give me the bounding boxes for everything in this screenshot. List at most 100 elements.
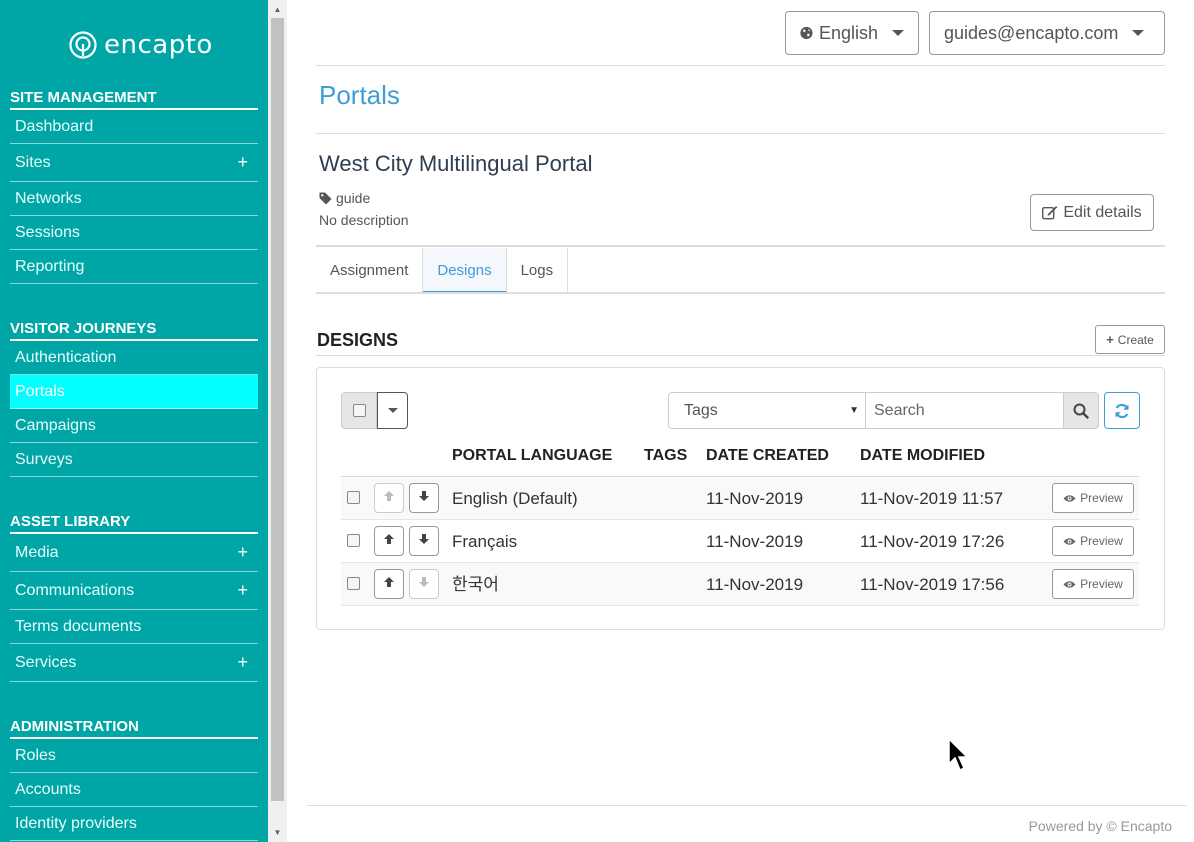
tag-icon (319, 192, 332, 204)
nav-section-header: SITE MANAGEMENT (10, 86, 258, 110)
select-all-checkbox[interactable] (341, 392, 377, 429)
arrow-down-icon (418, 532, 430, 550)
create-button[interactable]: + Create (1095, 325, 1165, 354)
globe-icon (800, 26, 813, 40)
column-header-language[interactable]: PORTAL LANGUAGE (452, 447, 612, 465)
plus-icon[interactable]: + (237, 144, 248, 181)
logo-text: encapto (104, 30, 213, 60)
preview-label: Preview (1080, 534, 1123, 548)
bulk-select-group (341, 392, 408, 429)
move-down-button[interactable] (409, 483, 439, 513)
row-checkbox[interactable] (347, 534, 360, 547)
user-email: guides@encapto.com (944, 22, 1119, 43)
preview-label: Preview (1080, 491, 1123, 505)
move-up-button[interactable] (374, 483, 404, 513)
sidebar-item-dashboard[interactable]: Dashboard (10, 110, 258, 144)
sidebar-item-identity-providers[interactable]: Identity providers (10, 807, 258, 841)
sidebar-item-campaigns[interactable]: Campaigns (10, 409, 258, 443)
search-input[interactable] (865, 392, 1064, 429)
cell-created: 11-Nov-2019 (706, 532, 804, 551)
user-dropdown[interactable]: guides@encapto.com (929, 11, 1165, 55)
sidebar-item-media[interactable]: Media + (10, 534, 258, 572)
sidebar-item-networks[interactable]: Networks (10, 182, 258, 216)
sidebar-item-label: Portals (15, 383, 65, 400)
bulk-actions-dropdown[interactable] (377, 392, 408, 429)
preview-button[interactable]: Preview (1052, 483, 1134, 513)
divider (316, 133, 1165, 134)
scroll-down-icon[interactable]: ▼ (268, 825, 287, 841)
search-button[interactable] (1063, 392, 1099, 429)
column-header-tags[interactable]: TAGS (644, 447, 687, 465)
cell-modified: 11-Nov-2019 17:56 (860, 575, 1005, 594)
move-up-button[interactable] (374, 569, 404, 599)
chevron-down-icon (387, 408, 398, 413)
scroll-up-icon[interactable]: ▲ (268, 2, 287, 18)
checkbox-icon (352, 404, 366, 417)
tab-designs[interactable]: Designs (423, 248, 507, 293)
footer-text: Powered by © Encapto (1028, 818, 1172, 834)
divider (316, 65, 1165, 66)
sidebar-item-reporting[interactable]: Reporting (10, 250, 258, 284)
sidebar-item-label: Identity providers (15, 815, 137, 832)
sidebar-item-terms-documents[interactable]: Terms documents (10, 610, 258, 644)
edit-details-button[interactable]: Edit details (1030, 194, 1154, 231)
table-row: English (Default) 11-Nov-2019 11-Nov-2019 … (341, 477, 1139, 520)
sidebar-item-surveys[interactable]: Surveys (10, 443, 258, 477)
sidebar-item-label: Dashboard (15, 118, 94, 135)
move-down-button[interactable] (409, 526, 439, 556)
sidebar-item-authentication[interactable]: Authentication (10, 341, 258, 375)
encapto-logo-icon (69, 31, 97, 59)
plus-icon: + (1106, 332, 1114, 347)
sidebar-item-sessions[interactable]: Sessions (10, 216, 258, 250)
cell-modified: 11-Nov-2019 17:26 (860, 532, 1005, 551)
language-dropdown[interactable]: English (785, 11, 919, 55)
sidebar-item-label: Terms documents (15, 618, 142, 635)
tab-assignment[interactable]: Assignment (316, 248, 424, 293)
column-header-created[interactable]: DATE CREATED (706, 447, 829, 465)
row-checkbox[interactable] (347, 491, 360, 504)
scroll-thumb[interactable] (271, 18, 284, 801)
preview-button[interactable]: Preview (1052, 569, 1134, 599)
tag-label[interactable]: guide (336, 190, 370, 206)
column-header-modified[interactable]: DATE MODIFIED (860, 447, 985, 465)
sidebar-item-label: Campaigns (15, 417, 96, 434)
plus-icon[interactable]: + (237, 572, 248, 609)
plus-icon[interactable]: + (237, 534, 248, 571)
nav-section-header: ASSET LIBRARY (10, 510, 258, 534)
eye-icon (1063, 580, 1076, 588)
tag-line: guide (319, 190, 370, 206)
plus-icon[interactable]: + (237, 644, 248, 681)
sidebar-item-label: Networks (15, 190, 82, 207)
sidebar-item-accounts[interactable]: Accounts (10, 773, 258, 807)
refresh-button[interactable] (1104, 392, 1140, 429)
nav-section: VISITOR JOURNEYS Authentication Portals Cam… (10, 317, 258, 477)
sidebar-item-label: Surveys (15, 451, 73, 468)
sidebar-item-communications[interactable]: Communications + (10, 572, 258, 610)
sidebar-item-label: Reporting (15, 258, 85, 275)
move-up-button[interactable] (374, 526, 404, 556)
table-row: 한국어 11-Nov-2019 11-Nov-2019 17:56 Preview (341, 563, 1139, 606)
language-label: English (818, 22, 878, 43)
move-down-button[interactable] (409, 569, 439, 599)
eye-icon (1063, 537, 1076, 545)
sidebar-item-services[interactable]: Services + (10, 644, 258, 682)
arrow-up-icon (383, 575, 395, 593)
tags-filter-select[interactable]: Tags ▼ (668, 392, 866, 429)
portal-name: West City Multilingual Portal (319, 151, 593, 176)
preview-button[interactable]: Preview (1052, 526, 1134, 556)
sidebar-item-sites[interactable]: Sites + (10, 144, 258, 182)
sidebar-item-label: Sessions (15, 224, 80, 241)
divider (316, 292, 1165, 294)
table-row: Français 11-Nov-2019 11-Nov-2019 17:26 Prev… (341, 520, 1139, 563)
nav-section: ADMINISTRATION Roles Accounts Identity prov… (10, 715, 258, 841)
designs-heading: DESIGNS (317, 330, 399, 350)
sidebar-scrollbar[interactable]: ▲ ▼ (268, 0, 287, 842)
logo[interactable]: encapto (68, 30, 213, 60)
arrow-down-icon (418, 575, 430, 593)
row-checkbox[interactable] (347, 577, 360, 590)
sidebar-item-roles[interactable]: Roles (10, 739, 258, 773)
sidebar-item-portals[interactable]: Portals (10, 375, 258, 409)
tab-logs[interactable]: Logs (507, 248, 569, 293)
sidebar-item-label: Communications (15, 582, 135, 599)
app-root: encapto SITE MANAGEMENT Dashboard Sites + Ne… (0, 0, 1194, 842)
